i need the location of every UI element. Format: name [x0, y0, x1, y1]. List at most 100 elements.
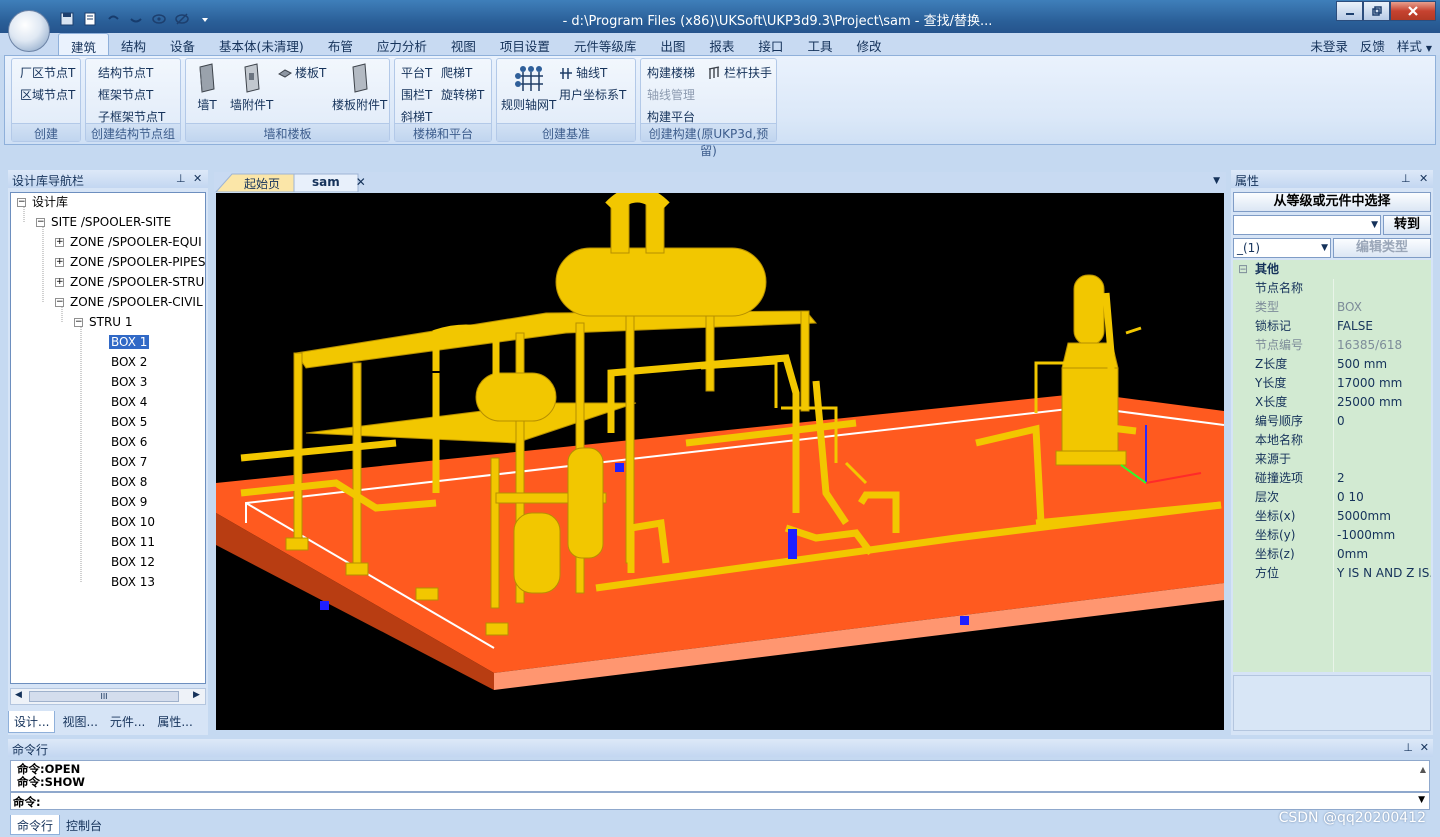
command-input[interactable]: 命令: ▼ — [10, 792, 1430, 810]
login-status-link[interactable]: 未登录 — [1310, 36, 1348, 55]
tree-node-box-11[interactable]: BOX 11 — [109, 533, 157, 551]
tree-node-box-7[interactable]: BOX 7 — [109, 453, 149, 471]
pin-icon[interactable]: ⊥ — [176, 172, 186, 185]
tree-node-zone-stru[interactable]: + ZONE /SPOOLER-STRU — [55, 273, 205, 291]
scroll-up-icon[interactable]: ▲ — [1420, 763, 1426, 776]
property-row[interactable]: 层次 0 10 — [1233, 488, 1431, 507]
tree-node-stru-1[interactable]: − STRU 1 — [74, 313, 135, 331]
tab-command-line[interactable]: 命令行 — [10, 815, 61, 835]
tree-node-box-12[interactable]: BOX 12 — [109, 553, 157, 571]
tree-node-zone-pipes[interactable]: + ZONE /SPOOLER-PIPES — [55, 253, 205, 271]
close-icon[interactable]: ✕ — [1420, 741, 1429, 754]
tab-interface[interactable]: 接口 — [746, 33, 795, 55]
collapse-icon[interactable]: ⊟ — [1238, 260, 1248, 279]
property-row[interactable]: 编号顺序 0 — [1233, 412, 1431, 431]
tab-structure[interactable]: 结构 — [109, 33, 158, 55]
goto-button[interactable]: 转到 — [1383, 215, 1431, 235]
property-row[interactable]: Z长度 500 mm — [1233, 355, 1431, 374]
build-stairs-button[interactable]: 构建楼梯 — [647, 64, 695, 81]
axis-button[interactable]: 轴线T — [559, 64, 607, 81]
doc-tab-start-page[interactable]: 起始页 — [216, 174, 288, 192]
tab-primitives[interactable]: 基本体(未清理) — [207, 33, 316, 55]
scroll-right-icon[interactable]: ▶ — [193, 690, 200, 700]
select-from-spec-button[interactable]: 从等级或元件中选择 — [1233, 192, 1431, 212]
site-node-button[interactable]: 厂区节点T — [20, 64, 75, 81]
tree-node-box-2[interactable]: BOX 2 — [109, 353, 149, 371]
ladder-button[interactable]: 爬梯T — [441, 64, 472, 81]
tab-properties[interactable]: 属性... — [152, 711, 197, 733]
property-category[interactable]: ⊟ 其他 — [1233, 260, 1431, 279]
ucs-button[interactable]: 用户坐标系T — [559, 86, 626, 103]
tree-node-box-1[interactable]: BOX 1 — [109, 333, 150, 351]
tab-tools[interactable]: 工具 — [795, 33, 844, 55]
property-row[interactable]: X长度 25000 mm — [1233, 393, 1431, 412]
scroll-left-icon[interactable]: ◀ — [15, 690, 22, 700]
tree-node-site[interactable]: − SITE /SPOOLER-SITE — [36, 213, 173, 231]
property-row[interactable]: 坐标(x) 5000mm — [1233, 507, 1431, 526]
goto-target-combo[interactable]: ▼ — [1233, 215, 1381, 235]
tree-node-root[interactable]: − 设计库 — [17, 193, 70, 211]
close-icon[interactable]: ✕ — [1419, 172, 1428, 185]
close-button[interactable] — [1390, 1, 1436, 21]
tree-node-box-4[interactable]: BOX 4 — [109, 393, 149, 411]
tab-reports[interactable]: 报表 — [697, 33, 746, 55]
tree-node-box-9[interactable]: BOX 9 — [109, 493, 149, 511]
tab-architecture[interactable]: 建筑 — [58, 33, 110, 55]
wall-button[interactable]: 墙T — [196, 63, 218, 113]
tree-node-zone-equi[interactable]: + ZONE /SPOOLER-EQUI — [55, 233, 204, 251]
scroll-thumb[interactable]: III — [29, 691, 179, 702]
type-combo[interactable]: _(1) ▼ — [1233, 238, 1331, 258]
regular-grid-button[interactable]: 规则轴网T — [501, 63, 556, 113]
application-menu-button[interactable] — [8, 10, 50, 52]
property-row[interactable]: 本地名称 — [1233, 431, 1431, 450]
property-row[interactable]: 锁标记 FALSE — [1233, 317, 1431, 336]
tab-view[interactable]: 视图 — [439, 33, 488, 55]
tab-equipment[interactable]: 设备 — [158, 33, 207, 55]
3d-viewport[interactable] — [216, 193, 1224, 730]
tree-node-box-8[interactable]: BOX 8 — [109, 473, 149, 491]
property-row[interactable]: 坐标(y) -1000mm — [1233, 526, 1431, 545]
property-row[interactable]: Y长度 17000 mm — [1233, 374, 1431, 393]
feedback-link[interactable]: 反馈 — [1360, 36, 1385, 55]
property-row[interactable]: 方位 Y IS N AND Z IS... — [1233, 564, 1431, 583]
tab-drawing[interactable]: 出图 — [648, 33, 697, 55]
zone-node-button[interactable]: 区域节点T — [20, 86, 75, 103]
spiral-stair-button[interactable]: 旋转梯T — [441, 86, 484, 103]
restore-button[interactable] — [1363, 1, 1390, 21]
tab-component-library[interactable]: 元件等级库 — [562, 33, 649, 55]
property-row[interactable]: 坐标(z) 0mm — [1233, 545, 1431, 564]
tree-node-box-10[interactable]: BOX 10 — [109, 513, 157, 531]
axis-management-button[interactable]: 轴线管理 — [647, 86, 695, 103]
property-row[interactable]: 碰撞选项 2 — [1233, 469, 1431, 488]
tree-horizontal-scrollbar[interactable]: ◀ III ▶ — [10, 688, 206, 705]
tree-node-box-3[interactable]: BOX 3 — [109, 373, 149, 391]
tab-project-settings[interactable]: 项目设置 — [488, 33, 562, 55]
railing-button[interactable]: 围栏T — [401, 86, 432, 103]
minimize-button[interactable] — [1336, 1, 1363, 21]
property-row[interactable]: 节点编号 16385/618 — [1233, 336, 1431, 355]
tree-node-zone-civil[interactable]: − ZONE /SPOOLER-CIVIL — [55, 293, 205, 311]
tab-stress-analysis[interactable]: 应力分析 — [365, 33, 439, 55]
pin-icon[interactable]: ⊥ — [1401, 172, 1411, 185]
slab-attachment-button[interactable]: 楼板附件T — [332, 63, 387, 113]
close-tab-icon[interactable]: ✕ — [356, 175, 366, 189]
tab-views[interactable]: 视图... — [57, 711, 102, 733]
tab-modify[interactable]: 修改 — [844, 33, 893, 55]
property-row[interactable]: 类型 BOX — [1233, 298, 1431, 317]
tab-components[interactable]: 元件... — [105, 711, 150, 733]
tab-piping[interactable]: 布管 — [316, 33, 365, 55]
tab-design[interactable]: 设计... — [8, 711, 56, 733]
edit-type-button[interactable]: 编辑类型 — [1333, 238, 1431, 258]
railing-handrail-button[interactable]: 栏杆扶手 — [707, 64, 772, 81]
style-menu[interactable]: 样式 ▼ — [1397, 36, 1432, 55]
struct-node-button[interactable]: 结构节点T — [98, 64, 153, 81]
tree-node-box-6[interactable]: BOX 6 — [109, 433, 149, 451]
pin-icon[interactable]: ⊥ — [1403, 741, 1413, 754]
wall-attachment-button[interactable]: 墙附件T — [230, 63, 273, 113]
property-row[interactable]: 来源于 — [1233, 450, 1431, 469]
tree-node-box-5[interactable]: BOX 5 — [109, 413, 149, 431]
doc-tab-sam[interactable]: sam ✕ — [284, 174, 374, 192]
platform-button[interactable]: 平台T — [401, 64, 432, 81]
slab-button[interactable]: 楼板T — [278, 64, 326, 81]
tree-node-box-13[interactable]: BOX 13 — [109, 573, 157, 591]
